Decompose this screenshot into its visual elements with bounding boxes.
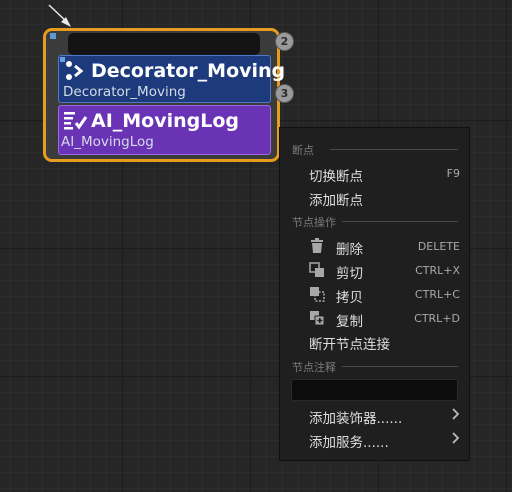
menu-item-shortcut: CTRL+D [414,312,460,325]
task-subtitle: AI_MovingLog [61,134,154,150]
menu-item-delete[interactable]: 删除 DELETE [280,234,469,258]
context-menu: 断点 切换断点 F9 添加断点 节点操作 删除 DELETE 剪切 CTRL+X… [279,127,470,461]
copy-icon [310,287,325,302]
behavior-tree-node[interactable]: 2 3 Decorator_Moving Decorator_Moving AI… [43,28,294,162]
duplicate-icon [310,311,325,326]
decorator-title: Decorator_Moving [91,60,286,82]
section-divider [342,366,458,367]
task-block[interactable]: AI_MovingLog AI_MovingLog [58,105,271,155]
menu-item-copy[interactable]: 拷贝 CTRL+C [280,282,469,306]
section-header-breakpoints: 断点 [292,144,314,157]
node-input-pin-area[interactable] [68,33,260,55]
chevron-right-icon [452,432,459,444]
menu-item-label: 断开节点连接 [309,337,390,353]
menu-item-label: 添加装饰器...... [309,411,403,427]
menu-item-shortcut: CTRL+C [414,288,460,301]
menu-item-shortcut: F9 [446,167,460,180]
node-corner-marker [50,33,56,39]
section-divider [330,149,458,150]
decorator-subtitle: Decorator_Moving [63,84,186,100]
task-title: AI_MovingLog [91,110,240,132]
menu-item-label: 拷贝 [336,290,363,306]
task-order-badge: 3 [275,84,294,103]
menu-item-shortcut: CTRL+X [415,264,460,277]
menu-item-label: 切换断点 [309,169,363,185]
menu-item-add-decorator[interactable]: 添加装饰器...... [280,403,469,427]
section-header-node-actions: 节点操作 [292,216,336,229]
execution-order-badge: 2 [275,32,294,51]
menu-item-label: 添加断点 [309,193,363,209]
trash-icon [311,238,323,253]
decorator-icon [66,61,84,80]
menu-item-label: 剪切 [336,266,363,282]
menu-item-label: 删除 [336,242,363,258]
menu-item-duplicate[interactable]: 复制 CTRL+D [280,306,469,330]
node-comment-input[interactable] [291,379,458,401]
chevron-right-icon [452,408,459,420]
menu-item-shortcut: DELETE [417,240,460,253]
section-divider [342,221,458,222]
menu-item-label: 添加服务...... [309,435,389,451]
menu-item-break-node-links[interactable]: 断开节点连接 [280,329,469,353]
decorator-block[interactable]: Decorator_Moving Decorator_Moving [58,55,285,103]
cut-icon [309,262,324,277]
menu-item-add-breakpoint[interactable]: 添加断点 [280,185,469,209]
menu-item-toggle-breakpoint[interactable]: 切换断点 F9 [280,161,469,185]
menu-item-add-service[interactable]: 添加服务...... [280,427,469,451]
menu-item-cut[interactable]: 剪切 CTRL+X [280,258,469,282]
task-icon [64,112,88,130]
section-header-node-comment: 节点注释 [292,361,336,374]
menu-item-label: 复制 [336,314,363,330]
